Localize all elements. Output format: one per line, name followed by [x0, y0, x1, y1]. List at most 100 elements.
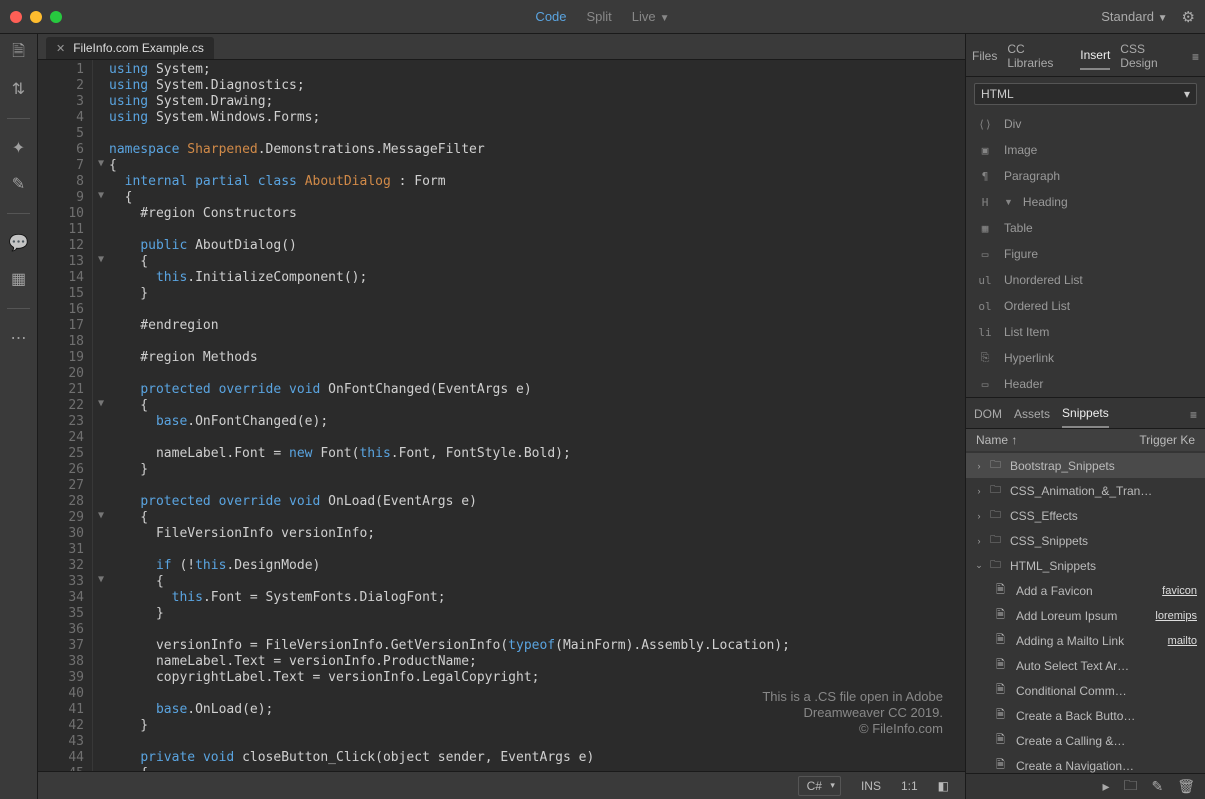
snippet-folder[interactable]: ⌄🗀HTML_Snippets: [966, 553, 1205, 578]
insert-item[interactable]: ⟨⟩ Div: [966, 111, 1205, 137]
tab-dom[interactable]: DOM: [974, 403, 1002, 427]
snippet-file[interactable]: 🗎Create a Calling &…: [966, 728, 1205, 753]
preview-icon[interactable]: ◧: [938, 779, 949, 793]
insert-item-icon: ⟨⟩: [976, 118, 994, 131]
insert-item[interactable]: liList Item: [966, 319, 1205, 345]
main-editor-area: ✕ FileInfo.com Example.cs 12345678910111…: [38, 34, 965, 799]
code-content[interactable]: using System;using System.Diagnostics;us…: [109, 60, 965, 771]
folder-icon: 🗀: [990, 481, 1004, 500]
disclosure-arrow-icon[interactable]: ⌄: [974, 560, 984, 571]
disclosure-arrow-icon[interactable]: ›: [974, 536, 984, 546]
file-icon: 🗎: [996, 631, 1010, 650]
brush-icon[interactable]: ✎: [10, 175, 28, 193]
insert-snippet-icon[interactable]: ▸: [1102, 778, 1109, 795]
tab-files[interactable]: Files: [972, 45, 997, 69]
insert-item-icon: ▦: [976, 222, 994, 235]
insert-item-icon: H: [976, 196, 994, 209]
tab-assets[interactable]: Assets: [1014, 403, 1050, 427]
insert-item-icon: ¶: [976, 170, 994, 183]
close-tab-icon[interactable]: ✕: [56, 42, 65, 55]
titlebar: Code Split Live▼ Standard ▼ ⚙: [0, 0, 1205, 34]
more-icon[interactable]: ⋯: [10, 329, 28, 347]
snippet-file[interactable]: 🗎Add a Faviconfavicon: [966, 578, 1205, 603]
snippets-table-header[interactable]: Name ↑ Trigger Ke: [966, 429, 1205, 451]
file-icon: 🗎: [996, 581, 1010, 600]
workspace-switcher: Standard ▼ ⚙: [1101, 8, 1195, 26]
insert-item-label: Div: [1004, 117, 1021, 131]
file-tabs: ✕ FileInfo.com Example.cs: [38, 34, 965, 60]
tab-cc-libraries[interactable]: CC Libraries: [1007, 38, 1070, 76]
col-name[interactable]: Name ↑: [976, 433, 1017, 447]
snippet-folder[interactable]: ›🗀CSS_Snippets: [966, 528, 1205, 553]
snippet-file[interactable]: 🗎Adding a Mailto Linkmailto: [966, 628, 1205, 653]
snippet-folder[interactable]: ›🗀CSS_Effects: [966, 503, 1205, 528]
insert-item[interactable]: H▼Heading: [966, 189, 1205, 215]
fold-column[interactable]: ▼▼▼▼▼▼: [93, 60, 109, 771]
file-management-icon[interactable]: 🗎: [10, 44, 28, 62]
mode-split[interactable]: Split: [587, 9, 612, 24]
snippet-file[interactable]: 🗎Conditional Comm…: [966, 678, 1205, 703]
file-icon: 🗎: [996, 756, 1010, 773]
file-icon: 🗎: [996, 656, 1010, 675]
tab-css-design[interactable]: CSS Design: [1120, 38, 1182, 76]
tab-insert[interactable]: Insert: [1080, 44, 1110, 70]
mode-code[interactable]: Code: [535, 9, 566, 24]
tab-snippets[interactable]: Snippets: [1062, 402, 1109, 428]
comment-icon[interactable]: 💬: [10, 234, 28, 252]
insert-panel-tabs: Files CC Libraries Insert CSS Design ≡: [966, 34, 1205, 77]
insert-item[interactable]: ulUnordered List: [966, 267, 1205, 293]
insert-item[interactable]: ⎘Hyperlink: [966, 345, 1205, 371]
disclosure-arrow-icon[interactable]: ›: [974, 486, 984, 496]
insert-item[interactable]: ¶Paragraph: [966, 163, 1205, 189]
insert-item[interactable]: ▣Image: [966, 137, 1205, 163]
close-window-button[interactable]: [10, 11, 22, 23]
chevron-down-icon: ▾: [1184, 87, 1190, 101]
sync-icon[interactable]: ⇅: [10, 80, 28, 98]
new-snippet-icon[interactable]: ✎: [1151, 778, 1163, 795]
file-icon: 🗎: [996, 681, 1010, 700]
tree-item-label: Adding a Mailto Link: [1016, 634, 1124, 648]
insert-item[interactable]: ▭Header: [966, 371, 1205, 397]
snippet-folder[interactable]: ›🗀Bootstrap_Snippets: [966, 453, 1205, 478]
insert-item-icon: ul: [976, 274, 994, 287]
insert-item-label: Table: [1004, 221, 1033, 235]
snippet-file[interactable]: 🗎Create a Back Butto…: [966, 703, 1205, 728]
file-tab[interactable]: ✕ FileInfo.com Example.cs: [46, 37, 214, 59]
insert-category-select[interactable]: HTML▾: [974, 83, 1197, 105]
new-folder-icon[interactable]: 🗀: [1123, 775, 1137, 799]
tool-sidebar: 🗎 ⇅ ✦ ✎ 💬 ▦ ⋯: [0, 34, 38, 799]
snippet-file[interactable]: 🗎Auto Select Text Ar…: [966, 653, 1205, 678]
wand-icon[interactable]: ✦: [10, 139, 28, 157]
snippet-file[interactable]: 🗎Add Loreum Ipsumloremips: [966, 603, 1205, 628]
insert-item[interactable]: olOrdered List: [966, 293, 1205, 319]
insert-mode[interactable]: INS: [861, 779, 881, 793]
delete-icon[interactable]: 🗑: [1177, 778, 1195, 795]
snippets-tree[interactable]: ›🗀Bootstrap_Snippets›🗀CSS_Animation_&_Tr…: [966, 451, 1205, 773]
tree-item-label: Add Loreum Ipsum: [1016, 609, 1117, 623]
panel-menu-icon[interactable]: ≡: [1192, 50, 1199, 64]
insert-item-label: Ordered List: [1004, 299, 1070, 313]
maximize-window-button[interactable]: [50, 11, 62, 23]
disclosure-arrow-icon[interactable]: ›: [974, 461, 984, 471]
language-selector[interactable]: C#: [798, 776, 841, 796]
workspace-name[interactable]: Standard ▼: [1101, 9, 1167, 24]
insert-item-icon: ▣: [976, 144, 994, 157]
tree-item-label: CSS_Effects: [1010, 509, 1078, 523]
chevron-down-icon: ▼: [660, 13, 670, 24]
insert-item-label: List Item: [1004, 325, 1049, 339]
snippet-file[interactable]: 🗎Create a Navigation…: [966, 753, 1205, 773]
code-editor[interactable]: 1234567891011121314151617181920212223242…: [38, 60, 965, 771]
disclosure-arrow-icon[interactable]: ›: [974, 511, 984, 521]
snippet-folder[interactable]: ›🗀CSS_Animation_&_Tran…: [966, 478, 1205, 503]
col-trigger[interactable]: Trigger Ke: [1139, 433, 1195, 447]
settings-icon[interactable]: ⚙: [1182, 8, 1195, 26]
minimize-window-button[interactable]: [30, 11, 42, 23]
watermark: This is a .CS file open in Adobe Dreamwe…: [762, 689, 943, 737]
insert-item[interactable]: ▦ Table: [966, 215, 1205, 241]
selector-icon[interactable]: ▦: [10, 270, 28, 288]
tree-item-label: Create a Calling &…: [1016, 734, 1125, 748]
insert-item[interactable]: ▭Figure: [966, 241, 1205, 267]
insert-item-icon: ▭: [976, 378, 994, 391]
panel-menu-icon[interactable]: ≡: [1190, 408, 1197, 422]
mode-live[interactable]: Live▼: [632, 9, 670, 24]
